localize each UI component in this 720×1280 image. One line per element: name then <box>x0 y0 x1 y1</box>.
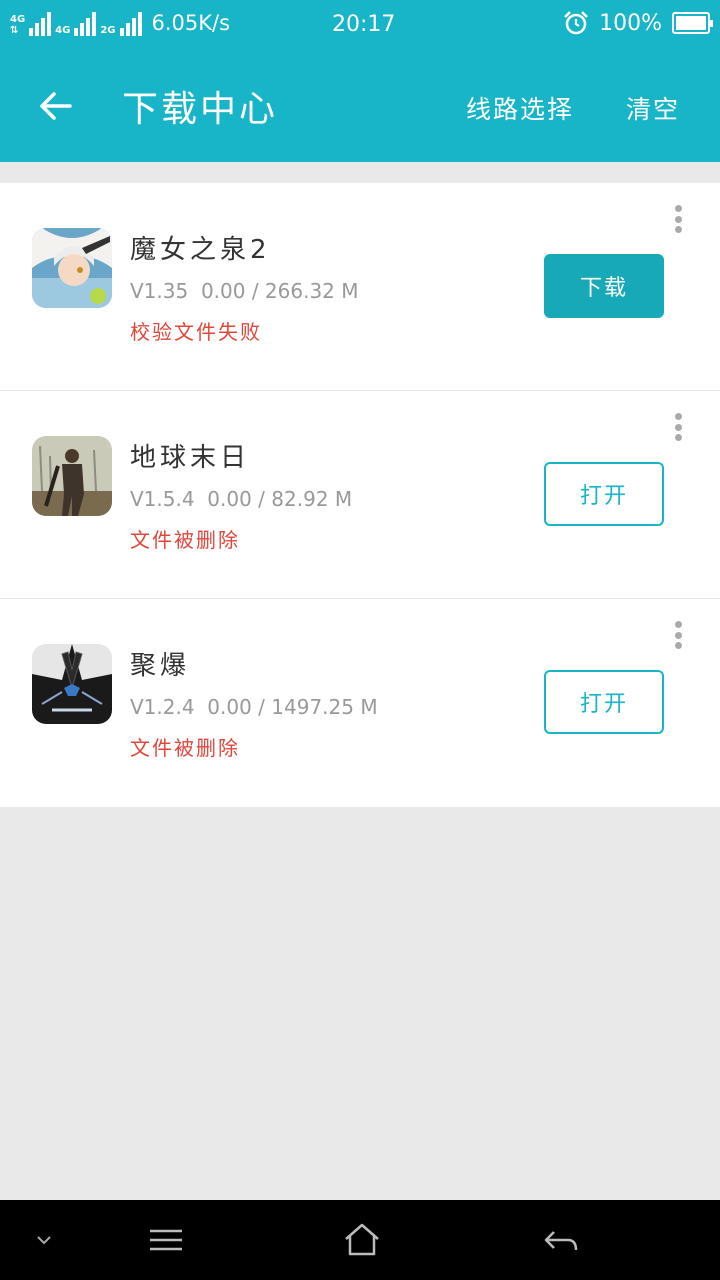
battery-icon <box>672 12 713 34</box>
clock: 20:17 <box>332 12 396 37</box>
data-arrows-icon: ⇅ <box>10 25 19 36</box>
more-options-icon[interactable] <box>674 413 682 441</box>
download-progress: 0.00 / 1497.25 M <box>207 695 378 719</box>
battery-percent: 100% <box>599 10 662 36</box>
app-bar: 下载中心 线路选择 清空 <box>0 50 720 162</box>
app-version: V1.5.4 <box>130 487 195 511</box>
download-item[interactable]: 魔女之泉2 V1.35 0.00 / 266.32 M 校验文件失败 下载 <box>0 183 720 391</box>
status-bar: 4G ⇅ 4G 2G 6.05K/s 20:17 100% <box>0 0 720 50</box>
back-arrow-icon[interactable] <box>36 86 76 126</box>
system-nav-bar <box>0 1200 720 1280</box>
more-options-icon[interactable] <box>674 205 682 233</box>
game-icon-witch-spring <box>32 228 112 308</box>
network-type-label: 4G <box>55 25 71 36</box>
status-text: 校验文件失败 <box>130 320 262 344</box>
signal-bars-icon <box>29 12 52 36</box>
status-text: 文件被删除 <box>130 528 240 552</box>
network-speed: 6.05K/s <box>151 11 231 35</box>
app-name: 聚爆 <box>130 651 191 681</box>
signal-group: 4G ⇅ 4G 2G 6.05K/s <box>10 10 230 36</box>
header: 4G ⇅ 4G 2G 6.05K/s 20:17 100% 下载中心 线路选择 … <box>0 0 720 162</box>
app-meta: V1.5.4 0.00 / 82.92 M <box>130 487 352 511</box>
signal-bars-icon <box>74 12 97 36</box>
clear-button[interactable]: 清空 <box>626 90 680 126</box>
menu-icon[interactable] <box>144 1220 188 1260</box>
app-version: V1.2.4 <box>130 695 195 719</box>
app-name: 魔女之泉2 <box>130 235 271 265</box>
network-3: 2G <box>100 25 115 36</box>
app-meta: V1.35 0.00 / 266.32 M <box>130 279 359 303</box>
download-progress: 0.00 / 266.32 M <box>200 279 359 303</box>
route-select-button[interactable]: 线路选择 <box>466 90 574 126</box>
download-item[interactable]: 地球末日 V1.5.4 0.00 / 82.92 M 文件被删除 打开 <box>0 391 720 599</box>
network-type-label: 4G <box>10 14 26 25</box>
network-1: 4G ⇅ <box>10 14 25 36</box>
signal-bars-icon <box>119 12 142 36</box>
home-icon[interactable] <box>340 1220 384 1260</box>
network-type-label: 2G <box>100 25 116 36</box>
download-progress: 0.00 / 82.92 M <box>207 487 353 511</box>
status-text: 文件被删除 <box>130 736 240 760</box>
back-icon[interactable] <box>538 1220 582 1260</box>
download-item[interactable]: 聚爆 V1.2.4 0.00 / 1497.25 M 文件被删除 打开 <box>0 599 720 807</box>
app-name: 地球末日 <box>130 443 251 473</box>
download-list: 魔女之泉2 V1.35 0.00 / 266.32 M 校验文件失败 下载 地球… <box>0 183 720 807</box>
network-2: 4G <box>55 25 70 36</box>
status-right: 100% <box>563 10 713 36</box>
alarm-icon <box>564 11 588 35</box>
open-button[interactable]: 打开 <box>544 462 664 526</box>
app-version: V1.35 <box>130 279 189 303</box>
page-title: 下载中心 <box>122 89 279 130</box>
chevron-down-icon[interactable] <box>22 1220 66 1260</box>
more-options-icon[interactable] <box>674 621 682 649</box>
open-button[interactable]: 打开 <box>544 670 664 734</box>
game-icon-last-day-on-earth <box>32 436 112 516</box>
game-icon-implosion <box>32 644 112 724</box>
download-button[interactable]: 下载 <box>544 254 664 318</box>
app-meta: V1.2.4 0.00 / 1497.25 M <box>130 695 378 719</box>
